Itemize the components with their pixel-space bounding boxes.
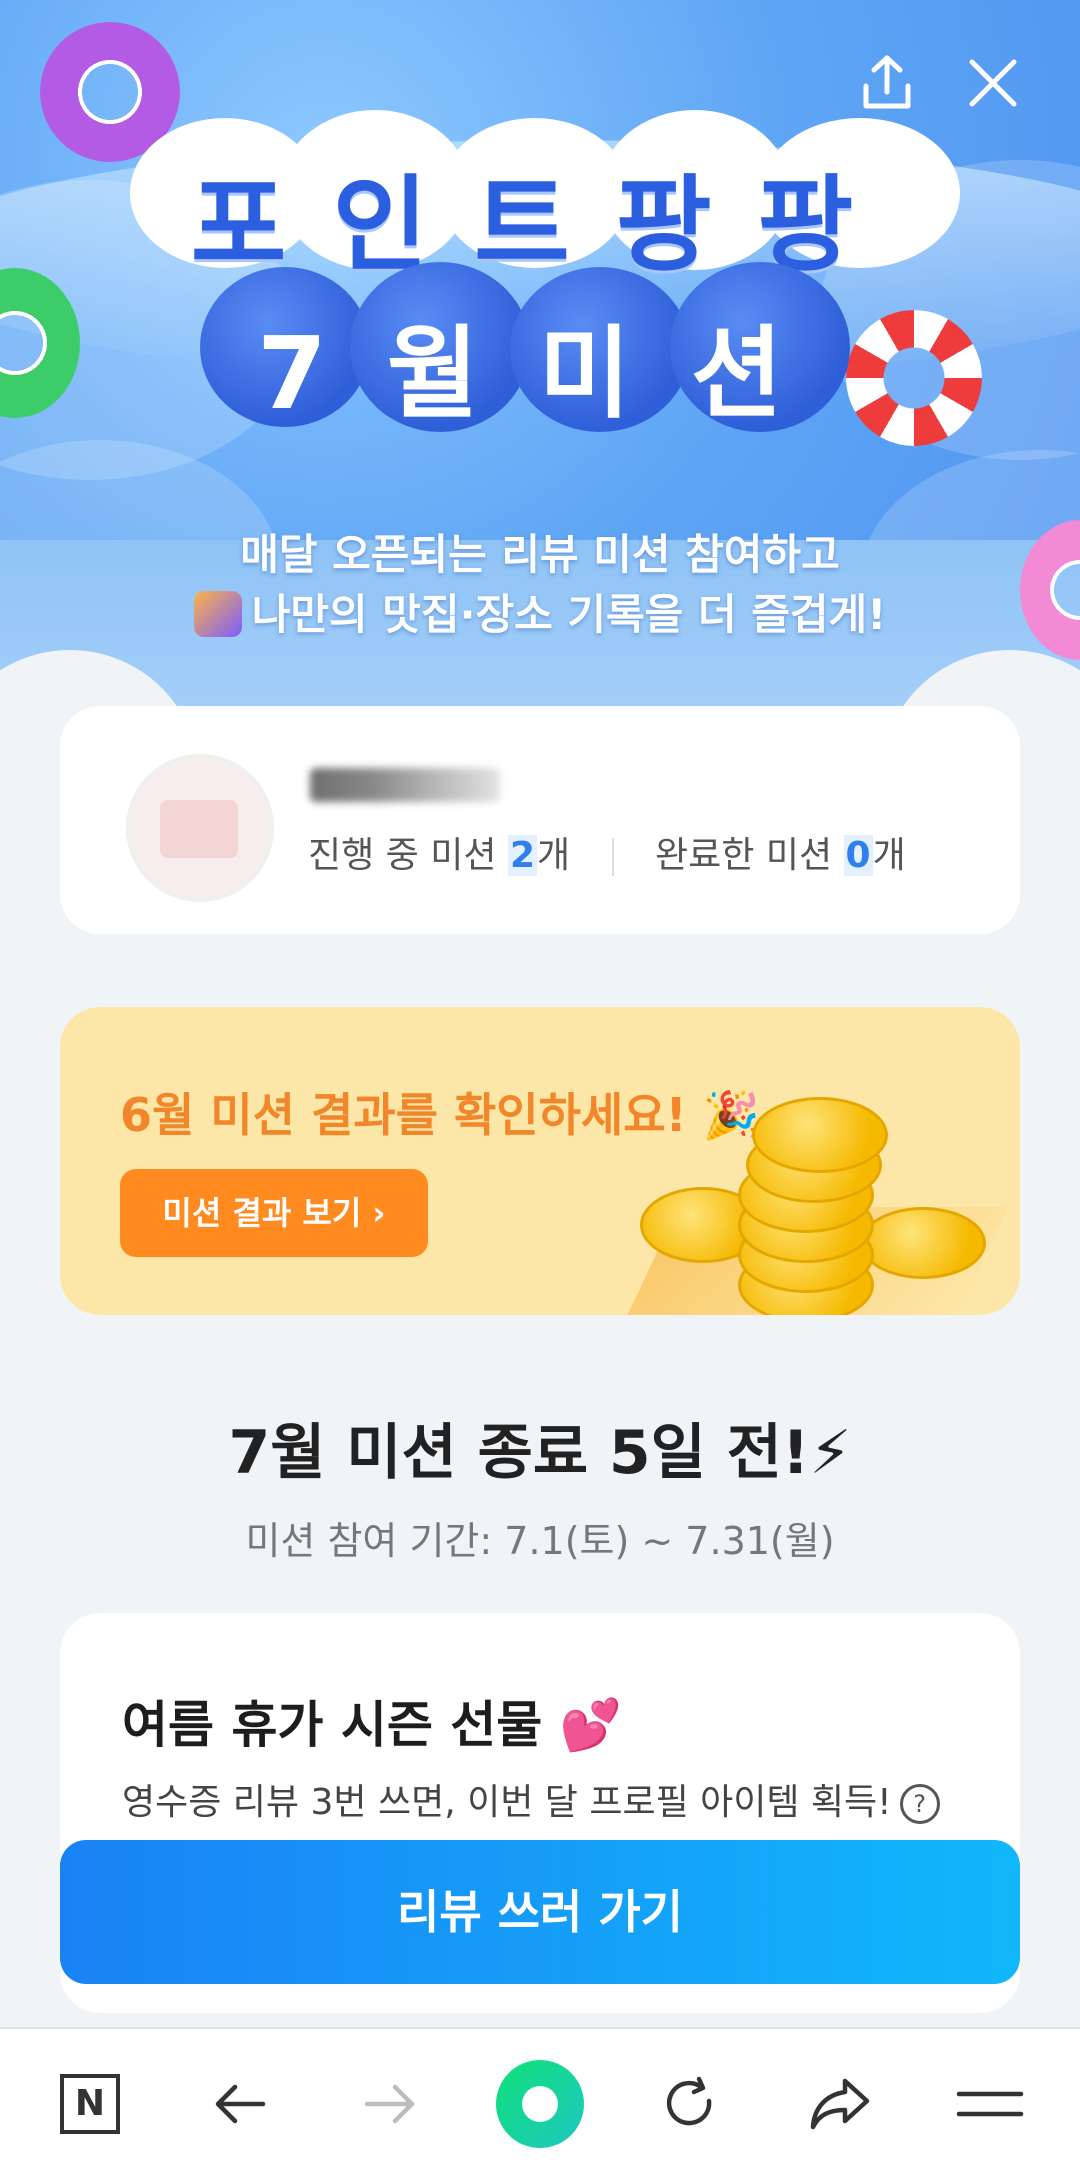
in-progress-unit: 개 (537, 835, 571, 876)
green-dot-inner (522, 2086, 558, 2122)
mission-countdown: 7월 미션 종료 5일 전!⚡ (228, 1418, 852, 1488)
hero-caption-line2-text: 나만의 맛집·장소 기록을 더 즐겁게! (251, 590, 887, 639)
avatar-image (160, 800, 238, 858)
completed-label: 완료한 미션 (655, 835, 833, 876)
green-dot-outer (496, 2060, 584, 2148)
hero-caption-line1: 매달 오픈되는 리뷰 미션 참여하고 (240, 530, 840, 579)
stats-divider (611, 838, 614, 876)
browser-bottom-bar: N (0, 2027, 1080, 2179)
completed-count: 0 (843, 835, 873, 876)
close-icon[interactable] (958, 48, 1028, 118)
write-review-button[interactable]: 리뷰 쓰러 가기 (60, 1840, 1020, 1984)
menu-icon[interactable] (945, 2059, 1035, 2149)
back-arrow-icon[interactable] (195, 2059, 285, 2149)
help-icon[interactable]: ? (899, 1784, 940, 1824)
coin (752, 1097, 888, 1173)
green-dot-icon[interactable] (495, 2059, 585, 2149)
share-arrow-icon[interactable] (795, 2059, 885, 2149)
hero-caption-line2: 나만의 맛집·장소 기록을 더 즐겁게! (0, 585, 1080, 645)
hero-caption: 매달 오픈되는 리뷰 미션 참여하고 나만의 맛집·장소 기록을 더 즐겁게! (0, 525, 1080, 645)
mission-period: 미션 참여 기간: 7.1(토) ~ 7.31(월) (245, 1519, 835, 1563)
mission-description: 영수증 리뷰 3번 쓰면, 이번 달 프로필 아이템 획득!? (122, 1773, 940, 1825)
in-progress-count: 2 (507, 835, 538, 876)
page-subtitle: 7월미션 (257, 315, 843, 432)
in-progress-label: 진행 중 미션 (308, 835, 497, 876)
subtitle-bubble-group: 7월미션 (200, 262, 900, 432)
completed-unit: 개 (872, 835, 906, 876)
view-result-button[interactable]: 미션 결과 보기 › (120, 1169, 428, 1257)
profile-card: 진행 중 미션 2개 완료한 미션 0개 (60, 706, 1020, 934)
refresh-icon[interactable] (645, 2059, 735, 2149)
mission-title: 여름 휴가 시즌 선물 💕 (122, 1696, 622, 1754)
title-cloud-group: 포인트팡팡 (130, 110, 960, 286)
user-name-redacted (310, 768, 500, 802)
mission-description-text: 영수증 리뷰 3번 쓰면, 이번 달 프로필 아이템 획득! (122, 1782, 892, 1823)
coin (860, 1207, 986, 1279)
forward-arrow-icon[interactable] (345, 2059, 435, 2149)
result-banner[interactable]: 6월 미션 결과를 확인하세요! 🎉 미션 결과 보기 › (60, 1007, 1020, 1315)
share-icon[interactable] (852, 48, 922, 118)
naver-home-letter: N (60, 2074, 120, 2134)
mission-stats: 진행 중 미션 2개 완료한 미션 0개 (308, 826, 906, 878)
avatar[interactable] (126, 754, 274, 902)
naver-home-icon[interactable]: N (45, 2059, 135, 2149)
sticker-icon (193, 591, 242, 637)
coin-stack-icon (622, 1097, 1020, 1315)
